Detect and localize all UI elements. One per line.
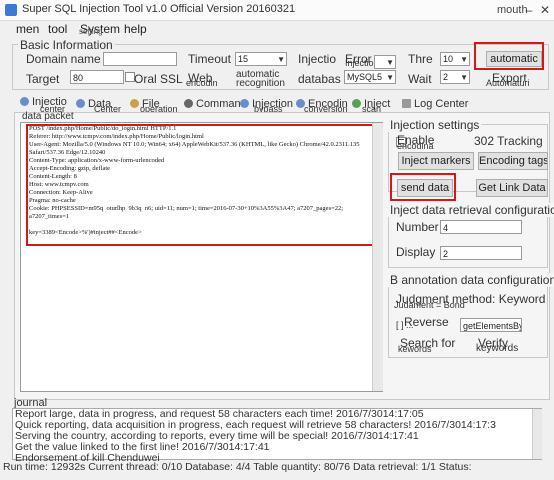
- title-bar: Super SQL Injection Tool v1.0 Official V…: [0, 0, 554, 21]
- timeout-value: 15: [238, 54, 249, 64]
- annotation-heading: B annotation data configuration: [388, 273, 554, 287]
- domain-input[interactable]: [103, 52, 177, 66]
- scan-icon: [352, 99, 361, 108]
- menu-item-tool[interactable]: tool: [48, 22, 67, 36]
- target-port-input[interactable]: 80: [70, 70, 124, 84]
- timeout-label: Timeout: [188, 52, 231, 66]
- display-label: Display: [396, 245, 436, 259]
- chevron-down-icon: ▼: [460, 55, 468, 64]
- menu-item-men[interactable]: men: [16, 22, 39, 36]
- wait-value: 2: [443, 72, 449, 82]
- highlight-box-send-data: [390, 173, 456, 201]
- wait-label: Wait: [408, 72, 432, 86]
- chevron-down-icon: ▼: [386, 73, 394, 82]
- oral-ssl-label: Oral SSL: [134, 72, 183, 86]
- display-input[interactable]: 2: [440, 246, 522, 260]
- basic-info-heading: Basic Information: [18, 38, 115, 52]
- tracking-302-label: 302 Tracking: [474, 134, 543, 148]
- web-encoding-sub: encodin: [186, 78, 218, 88]
- wait-select[interactable]: 2 ▼: [440, 70, 470, 84]
- number-input[interactable]: 4: [440, 220, 522, 234]
- enable-encoding-sub: encodina: [397, 141, 434, 151]
- injection-label: Injectio: [298, 52, 337, 66]
- journal-scrollbar[interactable]: [532, 409, 542, 459]
- automatic-recognition-select[interactable]: automatic recognition: [236, 70, 296, 89]
- encoding-tags-button[interactable]: Encoding tags: [478, 152, 548, 170]
- injection-settings-heading: Injection settings: [388, 118, 482, 132]
- injection-mode-select[interactable]: ▼: [374, 55, 396, 69]
- packet-scrollbar[interactable]: [372, 123, 383, 391]
- database-value: MySQL5: [347, 72, 383, 82]
- database-select[interactable]: MySQL5 ▼: [344, 70, 396, 84]
- thread-label: Thre: [408, 52, 433, 66]
- reverse-input[interactable]: getElementsByT: [460, 318, 522, 332]
- reverse-sub: [ ] ...: [396, 320, 414, 330]
- tab-log-center[interactable]: Log Center: [402, 98, 468, 110]
- log-icon: [402, 99, 411, 108]
- retrieval-heading: Inject data retrieval configuration: [388, 203, 554, 217]
- chevron-down-icon: ▼: [277, 55, 285, 64]
- tab-icon: [240, 99, 249, 108]
- chevron-down-icon: ▼: [460, 73, 468, 82]
- tab-icon: [20, 97, 29, 106]
- tab-command[interactable]: Comman: [184, 98, 241, 110]
- inject-markers-button[interactable]: Inject markers: [398, 152, 474, 170]
- search-keywords-sub: kewords: [398, 344, 432, 354]
- menu-item-help[interactable]: help: [124, 22, 147, 36]
- number-label: Number: [396, 220, 439, 234]
- app-icon: [5, 4, 17, 16]
- status-bar: Run time: 12932s Current thread: 0/10 Da…: [3, 461, 472, 473]
- menu-overlay-text: setting: [79, 27, 103, 36]
- window-title: Super SQL Injection Tool v1.0 Official V…: [22, 3, 296, 15]
- file-icon: [130, 99, 139, 108]
- thread-value: 10: [443, 54, 454, 64]
- thread-select[interactable]: 10 ▼: [440, 52, 470, 66]
- journal-log[interactable]: Report large, data in progress, and requ…: [12, 408, 542, 464]
- judgment-method-sub: Judament = Bond: [394, 300, 465, 310]
- tab-strip: Injectio Data File Comman Injection Enco…: [0, 94, 554, 114]
- database-label: databas: [298, 72, 341, 86]
- command-icon: [184, 99, 193, 108]
- close-button[interactable]: ✕: [536, 2, 554, 18]
- get-link-data-button[interactable]: Get Link Data: [476, 179, 548, 197]
- packet-label: data packet: [22, 111, 74, 122]
- timeout-select[interactable]: 15 ▼: [235, 52, 287, 66]
- chevron-down-icon: ▼: [386, 58, 394, 67]
- export-sub-label[interactable]: Automaturi: [486, 78, 530, 88]
- highlight-box-packet: [26, 124, 378, 246]
- target-label: Target: [26, 72, 60, 86]
- tab-icon: [76, 99, 85, 108]
- highlight-box-automatic: [474, 42, 544, 70]
- verify-keywords-sub: keywords: [476, 343, 519, 354]
